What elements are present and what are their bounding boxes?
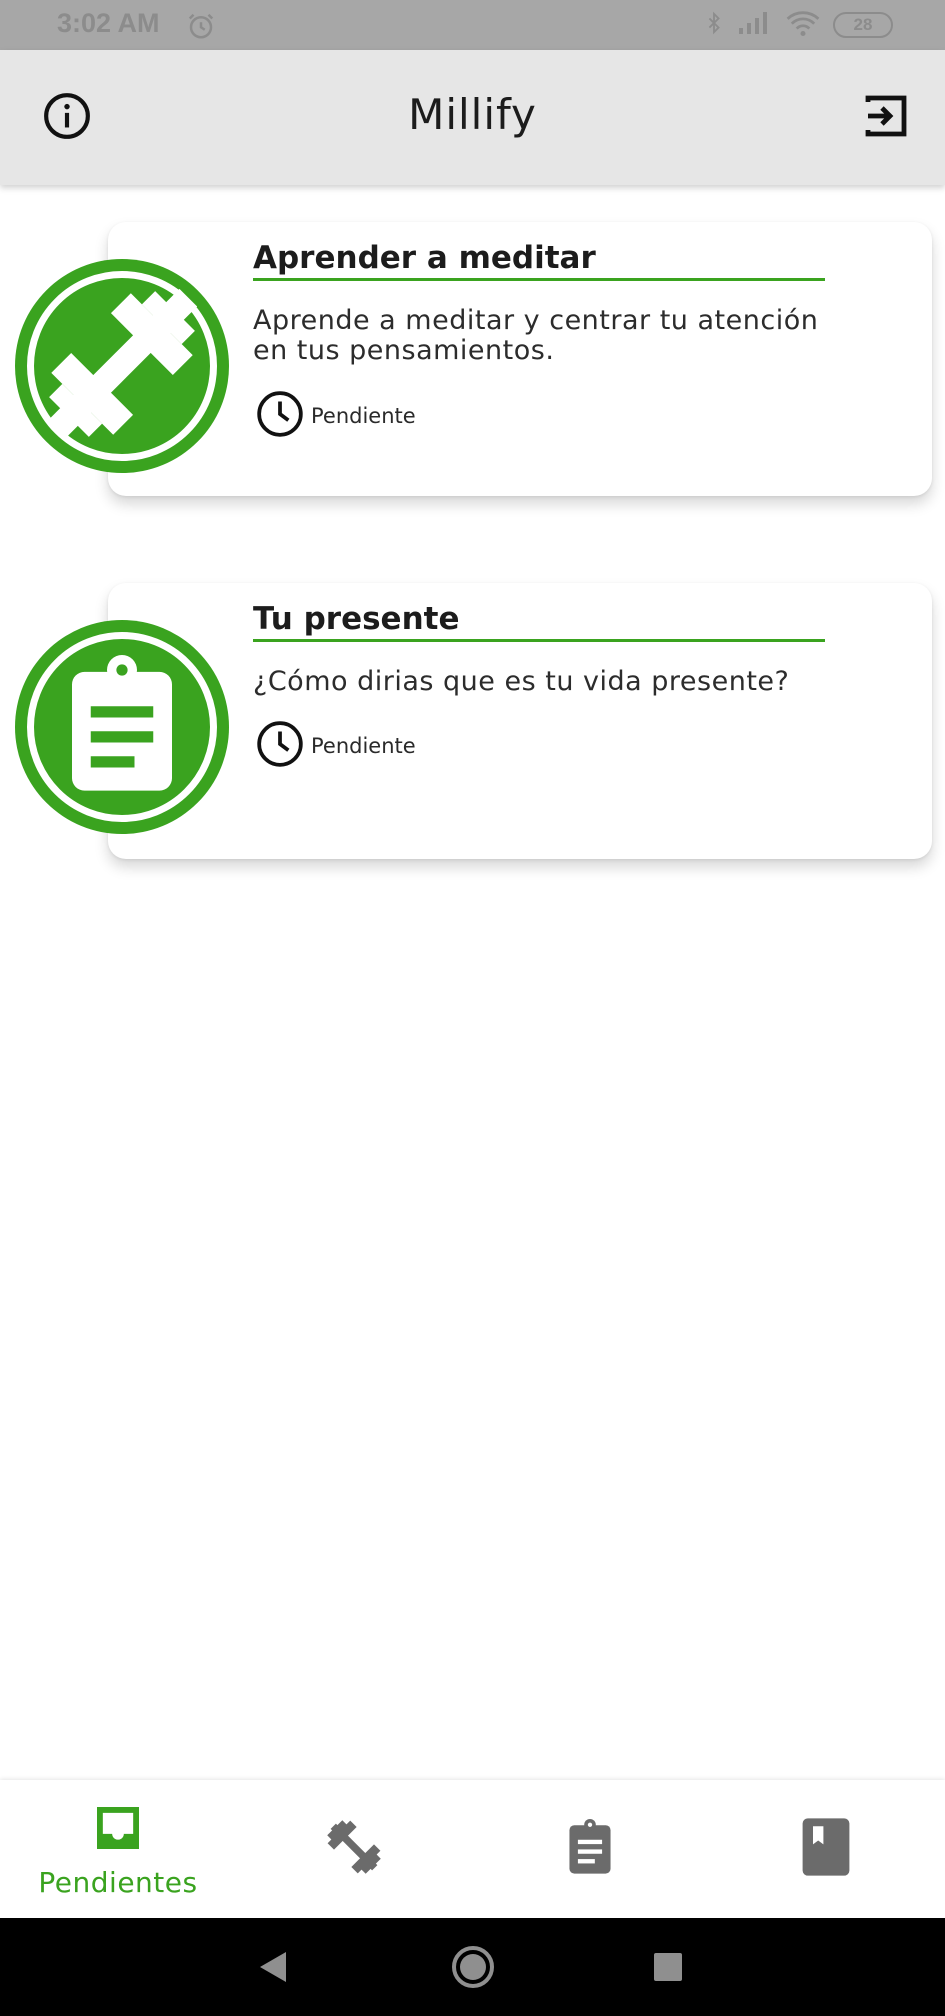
card-title: Tu presente	[253, 601, 825, 642]
status-bar: 3:02 AM 28	[0, 0, 945, 50]
status-label: Pendiente	[311, 404, 416, 428]
wifi-icon	[785, 9, 821, 41]
nav-tab-questionnaires[interactable]	[472, 1780, 708, 1918]
card-status: Pendiente	[255, 390, 416, 442]
nav-tab-exercises[interactable]	[236, 1780, 472, 1918]
card-title: Aprender a meditar	[253, 240, 825, 281]
signal-icon	[737, 10, 773, 40]
status-label: Pendiente	[311, 734, 416, 758]
bottom-navigation: Pendientes	[0, 1780, 945, 1918]
status-time: 3:02 AM	[57, 8, 160, 38]
bluetooth-icon	[703, 9, 725, 41]
clock-icon	[255, 389, 305, 444]
system-navigation-bar	[0, 1918, 945, 2016]
status-icons: 28	[703, 9, 893, 41]
nav-tab-pendientes[interactable]: Pendientes	[0, 1780, 236, 1918]
card-badge	[15, 620, 229, 834]
card-status: Pendiente	[255, 720, 416, 772]
card-description: Aprende a meditar y centrar tu atención …	[253, 305, 819, 366]
battery-indicator: 28	[833, 12, 893, 38]
card-badge	[15, 259, 229, 473]
clock-icon	[255, 719, 305, 774]
card-description: ¿Cómo dirias que es tu vida presente?	[253, 666, 790, 697]
home-icon[interactable]	[451, 1945, 495, 1993]
app-bar: Millify	[0, 50, 945, 185]
logout-button[interactable]	[858, 90, 914, 146]
back-icon[interactable]	[258, 1950, 288, 1988]
app-title: Millify	[408, 90, 537, 139]
book-icon	[800, 1815, 852, 1883]
nav-tab-journal[interactable]	[708, 1780, 944, 1918]
alarm-icon	[186, 11, 216, 45]
inbox-icon	[90, 1800, 146, 1860]
dumbbell-icon	[322, 1815, 386, 1883]
recents-icon[interactable]	[654, 1953, 682, 1985]
clipboard-icon	[561, 1815, 619, 1883]
logout-icon	[862, 92, 910, 144]
nav-label: Pendientes	[38, 1865, 198, 1899]
